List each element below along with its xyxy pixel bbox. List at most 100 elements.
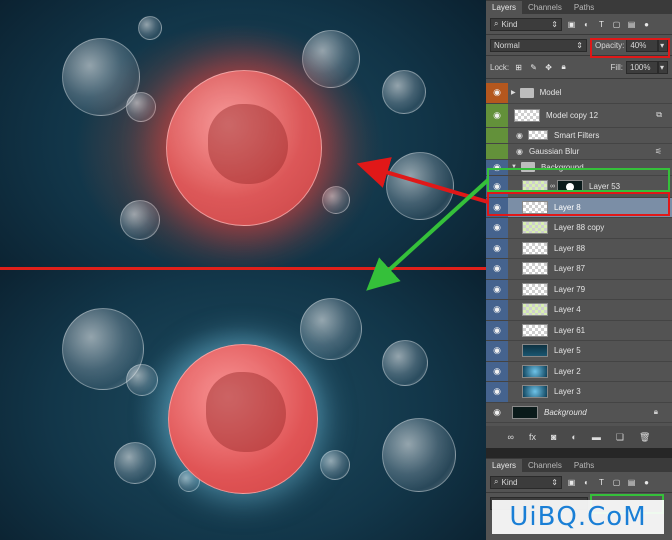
curled-figure bbox=[208, 104, 288, 184]
layer-row[interactable]: ◉ Background 🔒︎ bbox=[486, 403, 672, 423]
eye-icon[interactable]: ◉ bbox=[486, 403, 508, 423]
eye-icon[interactable]: ◉ bbox=[486, 175, 508, 197]
folder-icon bbox=[520, 162, 535, 172]
lock-all-icon[interactable]: 🔒︎ bbox=[558, 62, 569, 73]
layer-thumbnail bbox=[522, 262, 548, 276]
new-layer-icon[interactable]: ❏ bbox=[616, 432, 624, 443]
layer-row[interactable]: ◉ Layer 87 bbox=[486, 259, 672, 280]
lock-transparent-icon[interactable]: ⊞ bbox=[513, 62, 524, 73]
lock-icon: 🔒︎ bbox=[653, 407, 658, 417]
blend-mode-select[interactable]: Normal ⇕ bbox=[490, 38, 587, 52]
filter-row: ⌕ Kind ⇕ ▣ ◐ T ▢ ▤ ● bbox=[486, 14, 672, 34]
layer-row[interactable]: ◉ Layer 61 bbox=[486, 320, 672, 341]
bubble bbox=[382, 340, 428, 386]
bubble bbox=[120, 200, 160, 240]
layer-name: Background bbox=[544, 407, 587, 417]
bubble bbox=[386, 152, 454, 220]
layer-name: Background bbox=[540, 162, 584, 172]
tab-channels[interactable]: Channels bbox=[522, 459, 568, 472]
eye-icon[interactable]: ◉ bbox=[486, 300, 508, 320]
filter-kind-label: Kind bbox=[501, 19, 518, 29]
layer-row[interactable]: ◉ ▼ Background bbox=[486, 159, 672, 176]
filter-options-icon[interactable]: ⚟ bbox=[655, 147, 662, 156]
fill-label: Fill: bbox=[610, 62, 623, 72]
eye-icon[interactable]: ◉ bbox=[486, 218, 508, 238]
filter-kind-select[interactable]: ⌕ Kind ⇕ bbox=[490, 475, 562, 489]
eye-icon[interactable]: ◉ bbox=[516, 147, 523, 156]
smart-object-filter-icon[interactable]: ▤ bbox=[626, 19, 637, 30]
eye-icon[interactable]: ◉ bbox=[486, 279, 508, 299]
eye-icon[interactable]: ◉ bbox=[486, 103, 508, 127]
canvas-before bbox=[0, 0, 486, 268]
opacity-input[interactable]: 40% bbox=[626, 38, 659, 52]
filter-row: ⌕ Kind ⇕ ▣ ◐ T ▢ ▤ ● bbox=[486, 472, 672, 492]
expand-triangle-icon[interactable]: ▶ bbox=[511, 89, 516, 96]
lock-image-icon[interactable]: ✎ bbox=[528, 62, 539, 73]
opacity-dropdown-button[interactable]: ▾ bbox=[658, 38, 668, 52]
layer-row[interactable]: ◉ ∞ Layer 53 bbox=[486, 175, 672, 198]
layer-row[interactable]: ◉ Layer 88 copy bbox=[486, 218, 672, 239]
layer-row[interactable]: ◉ Layer 2 bbox=[486, 361, 672, 382]
new-group-icon[interactable]: ▬ bbox=[592, 432, 601, 442]
filter-toggle-icon[interactable]: ● bbox=[641, 19, 652, 30]
panel-tabs: Layers Channels Paths bbox=[486, 458, 672, 472]
layer-row[interactable]: ◉ Layer 79 bbox=[486, 279, 672, 300]
fill-input[interactable]: 100% bbox=[626, 60, 658, 74]
layer-row[interactable]: ◉ Layer 4 bbox=[486, 300, 672, 321]
adjustment-filter-icon[interactable]: ◐ bbox=[581, 19, 592, 30]
eye-icon[interactable]: ◉ bbox=[486, 238, 508, 258]
eye-icon[interactable]: ◉ bbox=[486, 341, 508, 361]
type-filter-icon[interactable]: T bbox=[596, 477, 607, 488]
eye-icon[interactable]: ◉ bbox=[486, 320, 508, 340]
chevron-down-icon: ⇕ bbox=[551, 19, 558, 29]
lock-position-icon[interactable]: ✥ bbox=[543, 62, 554, 73]
adjustment-layer-icon[interactable]: ◐ bbox=[571, 432, 576, 442]
fx-icon[interactable]: fx bbox=[529, 432, 536, 442]
tab-channels[interactable]: Channels bbox=[522, 1, 568, 14]
link-layers-icon[interactable]: ∞ bbox=[508, 432, 514, 442]
tab-layers[interactable]: Layers bbox=[486, 459, 523, 472]
layer-row[interactable]: ◉ Smart Filters bbox=[486, 127, 672, 144]
eye-icon[interactable]: ◉ bbox=[486, 361, 508, 381]
shape-filter-icon[interactable]: ▢ bbox=[611, 19, 622, 30]
pixel-filter-icon[interactable]: ▣ bbox=[566, 19, 577, 30]
add-mask-icon[interactable]: ◙ bbox=[551, 432, 556, 442]
shape-filter-icon[interactable]: ▢ bbox=[611, 477, 622, 488]
layer-name: Layer 3 bbox=[554, 387, 581, 397]
eye-icon[interactable] bbox=[486, 143, 508, 159]
layer-row[interactable]: ◉ Layer 88 bbox=[486, 238, 672, 259]
filter-kind-select[interactable]: ⌕ Kind ⇕ bbox=[490, 17, 562, 31]
type-filter-icon[interactable]: T bbox=[596, 19, 607, 30]
pixel-filter-icon[interactable]: ▣ bbox=[566, 477, 577, 488]
fill-dropdown-button[interactable]: ▾ bbox=[658, 60, 668, 74]
layer-row[interactable]: ◉ Model copy 12 ⧉ bbox=[486, 103, 672, 128]
eye-icon[interactable] bbox=[486, 127, 508, 143]
tab-paths[interactable]: Paths bbox=[568, 459, 600, 472]
layer-row[interactable]: ◉ Layer 8 bbox=[486, 197, 672, 218]
filter-mask-thumbnail bbox=[527, 130, 548, 140]
lock-row: Lock: ⊞ ✎ ✥ 🔒︎ Fill: 100% ▾ bbox=[486, 56, 672, 78]
tab-layers[interactable]: Layers bbox=[486, 1, 523, 14]
layer-row[interactable]: ◉ ▶ Model bbox=[486, 83, 672, 104]
layer-row[interactable]: ◉ Gaussian Blur ⚟ bbox=[486, 143, 672, 160]
layer-thumbnail bbox=[522, 323, 548, 337]
smart-object-filter-icon[interactable]: ▤ bbox=[626, 477, 637, 488]
layer-name: Model copy 12 bbox=[546, 110, 599, 120]
layer-thumbnail bbox=[522, 385, 548, 399]
adjustment-filter-icon[interactable]: ◐ bbox=[581, 477, 592, 488]
eye-icon[interactable]: ◉ bbox=[486, 83, 508, 103]
layer-thumbnail bbox=[522, 344, 548, 358]
divider bbox=[486, 78, 672, 79]
collapse-triangle-icon[interactable]: ▼ bbox=[511, 164, 517, 170]
layer-row[interactable]: ◉ Layer 5 bbox=[486, 341, 672, 362]
tab-paths[interactable]: Paths bbox=[568, 1, 600, 14]
eye-icon[interactable]: ◉ bbox=[486, 382, 508, 402]
eye-icon[interactable]: ◉ bbox=[486, 197, 508, 217]
filter-kind-label: Kind bbox=[501, 477, 518, 487]
filter-toggle-icon[interactable]: ● bbox=[641, 477, 652, 488]
eye-icon[interactable]: ◉ bbox=[486, 259, 508, 279]
eye-icon[interactable]: ◉ bbox=[516, 131, 523, 140]
eye-icon[interactable]: ◉ bbox=[486, 159, 508, 175]
layer-row[interactable]: ◉ Layer 3 bbox=[486, 382, 672, 403]
trash-icon[interactable]: 🗑︎ bbox=[639, 432, 650, 443]
